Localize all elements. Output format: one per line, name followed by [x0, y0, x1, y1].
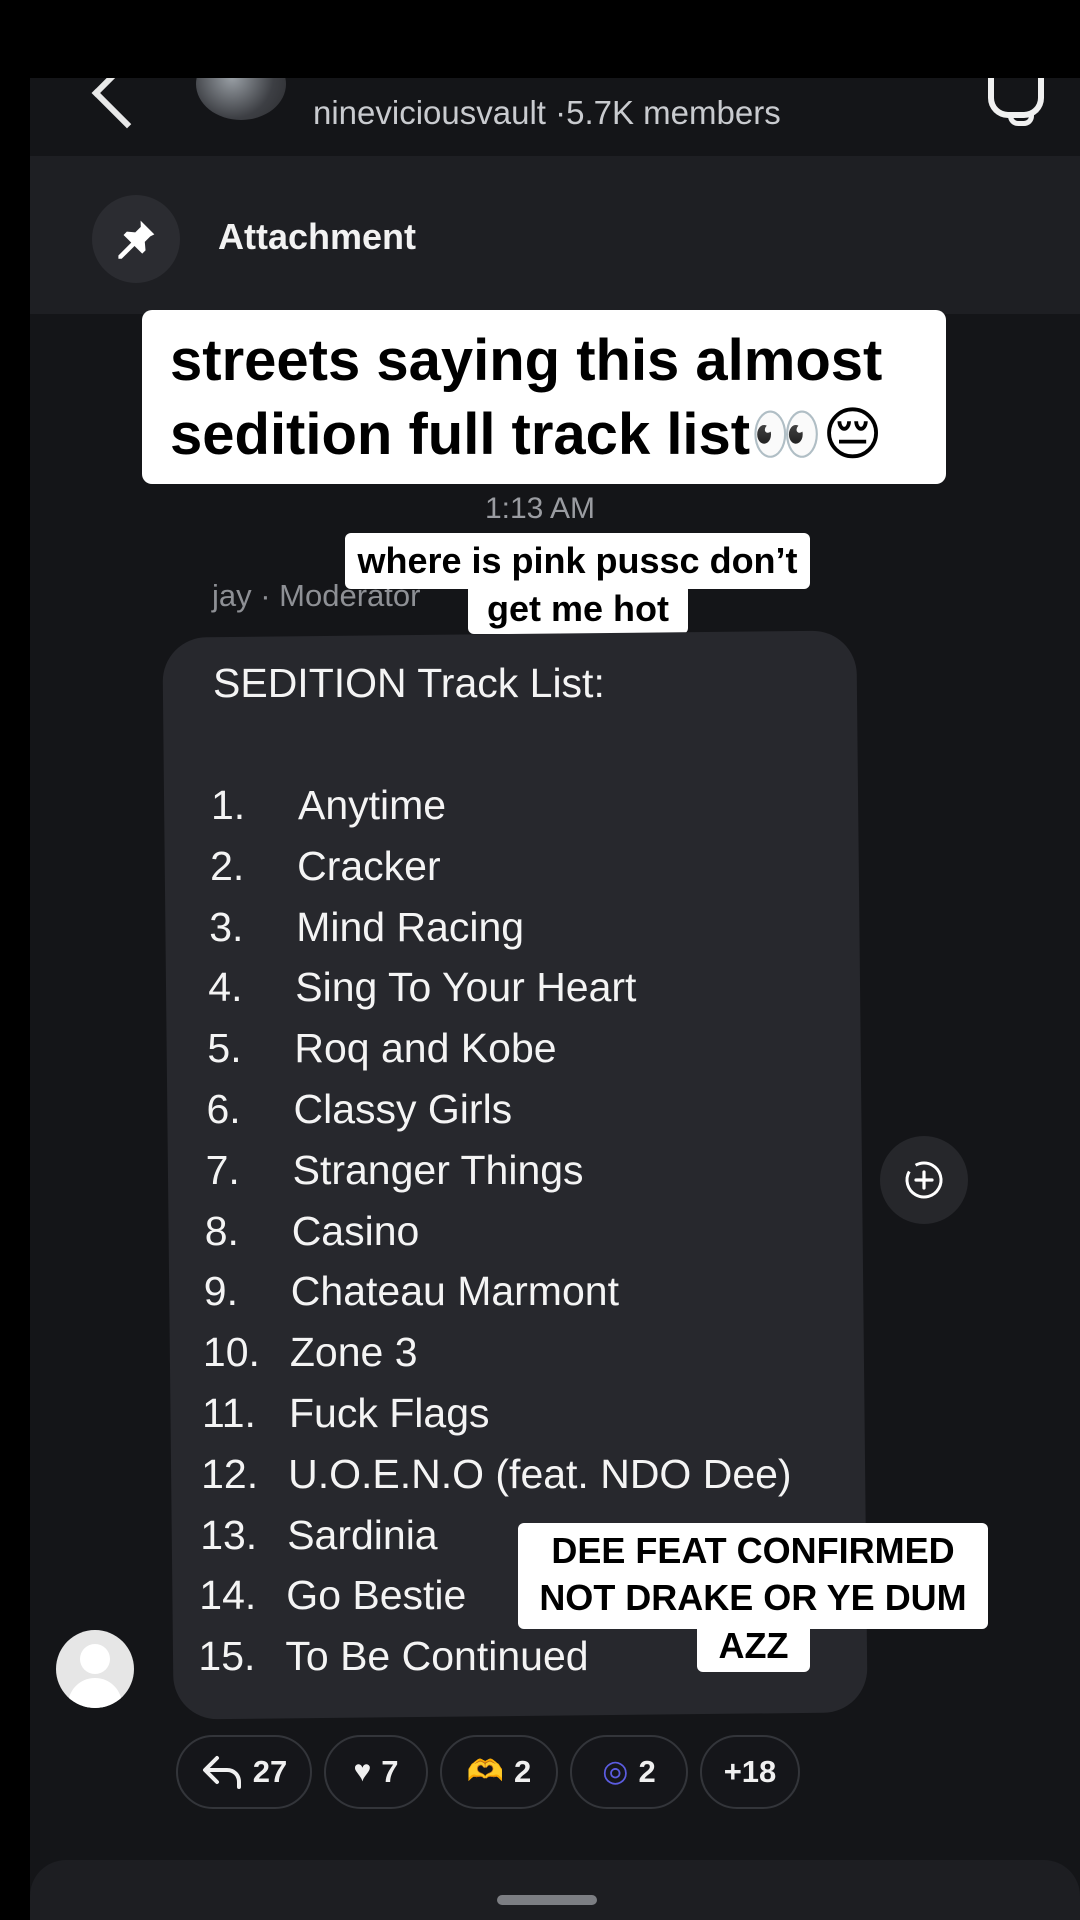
track-name: Sardinia: [287, 1511, 438, 1558]
heart-chip[interactable]: ♥ 7: [324, 1735, 428, 1809]
track-number: 1.: [211, 782, 246, 828]
track-number: 3.: [209, 903, 244, 950]
heart-count: 7: [381, 1754, 399, 1789]
track-number: 4.: [208, 964, 243, 1011]
track-name: Go Bestie: [286, 1572, 467, 1619]
attachment-bar[interactable]: Attachment: [30, 156, 1080, 314]
fingerprint-chip[interactable]: ◎ 2: [570, 1735, 688, 1809]
overlay-sticker-1-line-1: where is pink pussc don’t: [345, 533, 810, 589]
home-indicator[interactable]: [497, 1895, 597, 1905]
more-reactions-count: +18: [723, 1754, 777, 1789]
track-number: 12.: [201, 1450, 259, 1497]
overlay-sticker-2-line-2: NOT DRAKE OR YE DUM: [539, 1577, 967, 1618]
track-name: Cracker: [297, 842, 441, 889]
reply-icon: [202, 1756, 241, 1789]
caption-line-1: streets saying this almost: [170, 328, 883, 393]
track-number: 6.: [206, 1086, 241, 1132]
track-number: 5.: [207, 1025, 242, 1072]
track-name: Sing To Your Heart: [295, 964, 637, 1011]
track-name: Zone 3: [289, 1329, 418, 1376]
track-name: To Be Continued: [285, 1633, 589, 1680]
top-bar: nineviciousvault ·5.7K members: [30, 78, 1080, 156]
heart-hands-icon: 🫶: [466, 1755, 505, 1788]
track-name: Classy Girls: [293, 1086, 513, 1132]
sender-avatar[interactable]: [56, 1630, 134, 1708]
track-name: Stranger Things: [292, 1146, 584, 1193]
message-timestamp: 1:13 AM: [484, 492, 596, 525]
track-number: 7.: [205, 1146, 240, 1193]
back-arrow-icon[interactable]: [91, 78, 163, 129]
track-name: Roq and Kobe: [294, 1025, 557, 1072]
track-number: 14.: [199, 1572, 257, 1619]
track-name: Chateau Marmont: [290, 1268, 619, 1315]
pin-icon: [92, 195, 180, 283]
attachment-label: Attachment: [218, 216, 417, 257]
bell-icon[interactable]: [988, 78, 1044, 126]
heart-icon: ♥: [353, 1755, 372, 1788]
track-name: Mind Racing: [296, 903, 525, 950]
track-number: 11.: [202, 1390, 256, 1436]
track-number: 10.: [202, 1329, 260, 1376]
reply-count: 27: [252, 1754, 288, 1789]
overlay-sticker-1-line-2: get me hot: [468, 584, 688, 634]
composer-sheet[interactable]: [30, 1860, 1080, 1920]
more-reactions-chip[interactable]: +18: [700, 1735, 800, 1809]
heart-hands-count: 2: [514, 1754, 532, 1789]
overlay-sticker-2: DEE FEAT CONFIRMED NOT DRAKE OR YE DUM: [518, 1523, 988, 1629]
track-name: Anytime: [298, 782, 447, 828]
message-title: SEDITION Track List:: [213, 660, 605, 706]
group-avatar[interactable]: [196, 78, 286, 120]
add-reaction-icon[interactable]: [880, 1136, 968, 1224]
track-name: Fuck Flags: [289, 1390, 490, 1436]
caption-overlay: streets saying this almost sedition full…: [142, 310, 946, 484]
heart-hands-chip[interactable]: 🫶 2: [440, 1735, 558, 1809]
overlay-sticker-2-line-1: DEE FEAT CONFIRMED: [551, 1530, 955, 1571]
overlay-sticker-2-line-3: AZZ: [697, 1620, 810, 1672]
track-number: 8.: [204, 1207, 239, 1254]
track-name: Casino: [291, 1207, 420, 1254]
track-number: 9.: [203, 1268, 238, 1315]
caption-line-2: sedition full track list👀😔: [170, 402, 883, 467]
track-name: U.O.E.N.O (feat. NDO Dee): [288, 1450, 792, 1497]
track-number: 15.: [198, 1633, 256, 1680]
track-number: 13.: [200, 1511, 258, 1558]
fingerprint-icon: ◎: [602, 1755, 629, 1788]
track-number: 2.: [210, 842, 245, 889]
group-name: nineviciousvault: [313, 94, 546, 131]
reply-chip[interactable]: 27: [176, 1735, 312, 1809]
group-title[interactable]: nineviciousvault ·5.7K members: [313, 94, 781, 132]
member-count: ·5.7K members: [555, 94, 781, 131]
fingerprint-count: 2: [638, 1754, 656, 1789]
